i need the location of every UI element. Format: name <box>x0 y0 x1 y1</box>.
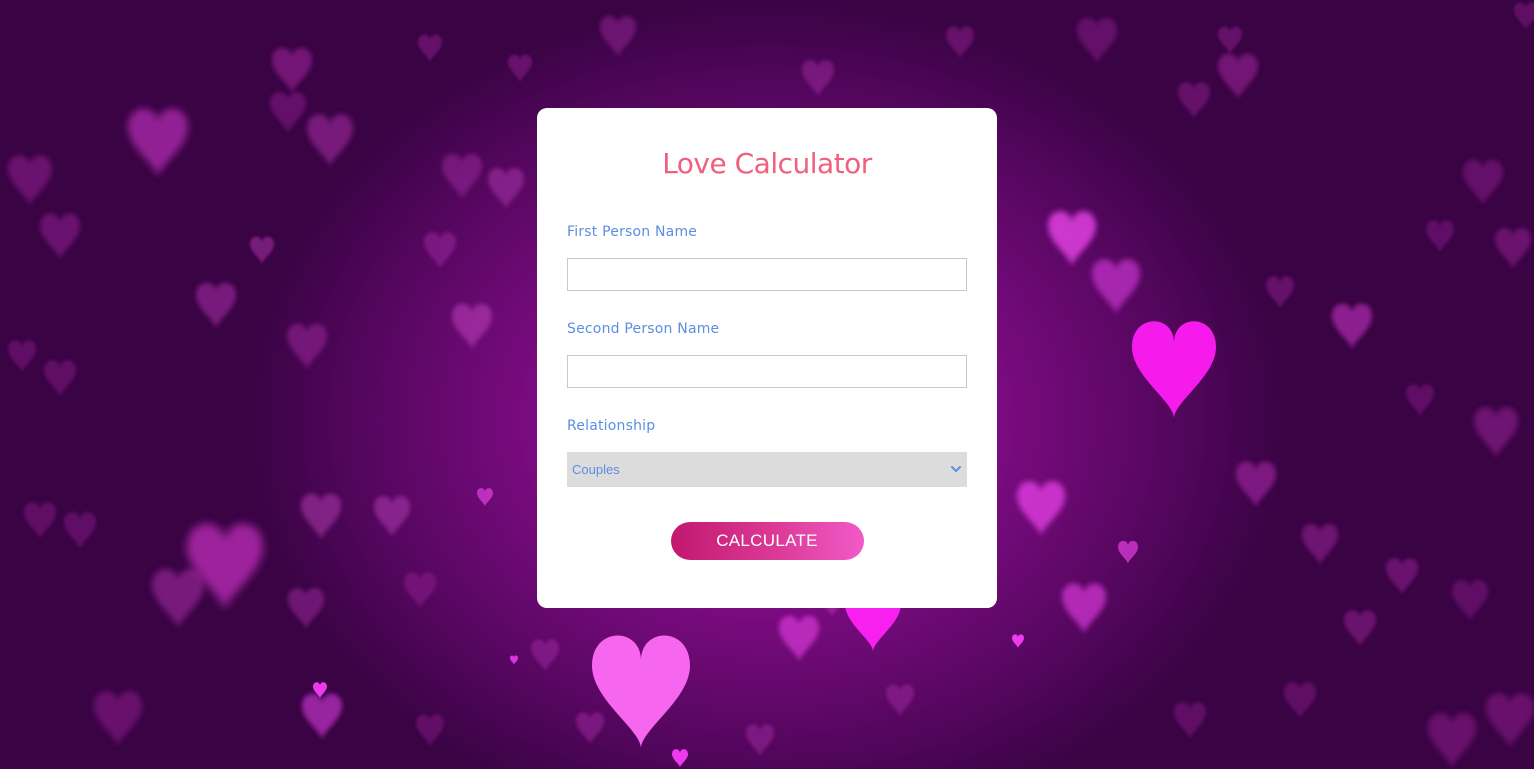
heart-icon <box>1495 227 1531 270</box>
heart-icon <box>1178 82 1210 120</box>
page-title: Love Calculator <box>662 147 872 180</box>
calculate-button[interactable]: CALCULATE <box>670 522 864 560</box>
heart-icon <box>592 635 690 749</box>
heart-icon <box>1426 220 1454 253</box>
heart-icon <box>1017 481 1065 537</box>
heart-icon <box>288 587 324 630</box>
heart-icon <box>287 323 327 370</box>
heart-icon <box>946 26 974 59</box>
heart-icon <box>576 712 604 745</box>
heart-icon <box>416 714 444 747</box>
button-row: CALCULATE <box>567 522 967 560</box>
heart-icon <box>1092 259 1140 315</box>
heart-icon <box>531 639 559 672</box>
heart-icon <box>1048 211 1096 267</box>
heart-icon <box>302 693 342 740</box>
heart-icon <box>1386 558 1418 596</box>
heart-icon <box>44 360 76 398</box>
heart-icon <box>7 155 52 207</box>
heart-icon <box>152 569 204 630</box>
chevron-down-icon <box>951 466 961 472</box>
heart-icon <box>1332 303 1372 350</box>
heart-icon <box>404 572 436 610</box>
heart-icon <box>510 655 518 665</box>
heart-icon <box>1118 540 1138 564</box>
heart-icon <box>1174 702 1206 740</box>
relationship-select[interactable]: Couples <box>567 452 967 487</box>
heart-icon <box>1284 682 1316 720</box>
calculator-card: Love Calculator First Person Name Second… <box>537 108 997 608</box>
heart-icon <box>1132 321 1216 419</box>
heart-icon <box>1012 634 1024 649</box>
heart-icon <box>452 303 492 350</box>
heart-icon <box>1486 693 1534 749</box>
heart-icon <box>307 114 353 168</box>
heart-icon <box>424 232 456 270</box>
heart-icon <box>128 108 188 178</box>
heart-icon <box>1474 407 1518 459</box>
relationship-label: Relationship <box>567 418 656 434</box>
heart-icon <box>600 15 636 58</box>
heart-icon <box>418 34 442 63</box>
heart-icon <box>802 60 834 98</box>
heart-icon <box>1218 26 1242 55</box>
second-person-label: Second Person Name <box>567 321 720 337</box>
heart-icon <box>746 724 774 757</box>
heart-icon <box>1077 17 1117 64</box>
heart-icon <box>1463 159 1503 206</box>
heart-icon <box>1514 2 1534 31</box>
heart-icon <box>272 47 312 94</box>
heart-icon <box>374 495 410 538</box>
heart-icon <box>886 684 914 717</box>
heart-icon <box>442 153 482 200</box>
heart-icon <box>1428 713 1476 769</box>
first-person-label: First Person Name <box>567 224 698 240</box>
heart-icon <box>477 488 493 507</box>
heart-icon <box>1218 53 1258 100</box>
heart-icon <box>1062 583 1106 635</box>
heart-icon <box>40 213 80 260</box>
relationship-selected-value: Couples <box>572 462 620 477</box>
heart-icon <box>508 54 532 83</box>
heart-icon <box>1406 384 1434 417</box>
heart-icon <box>24 502 56 540</box>
heart-icon <box>1344 610 1376 648</box>
heart-icon <box>301 493 341 540</box>
heart-icon <box>779 615 819 662</box>
second-person-input[interactable] <box>567 355 967 388</box>
heart-icon <box>196 282 236 329</box>
heart-icon <box>64 512 96 550</box>
heart-icon <box>250 236 274 265</box>
heart-icon <box>1302 523 1338 566</box>
heart-icon <box>1452 579 1488 622</box>
heart-icon <box>270 91 306 134</box>
heart-icon <box>672 749 688 768</box>
heart-icon <box>488 167 524 210</box>
first-person-input[interactable] <box>567 258 967 291</box>
heart-icon <box>8 340 36 373</box>
heart-icon <box>1266 276 1294 309</box>
heart-icon <box>1236 461 1276 508</box>
heart-icon <box>94 691 142 747</box>
